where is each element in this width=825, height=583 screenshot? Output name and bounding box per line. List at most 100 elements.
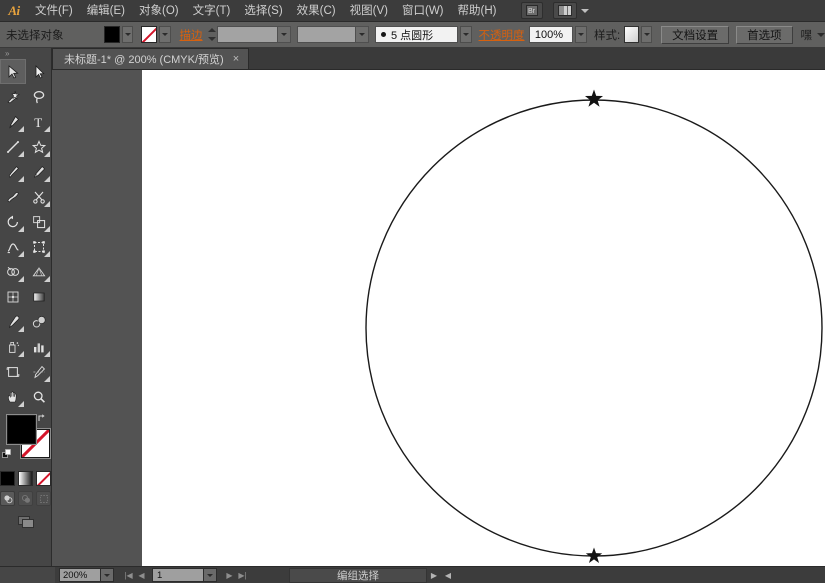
horizontal-scroll-left-button[interactable]: ◀ [441,568,455,583]
document-work-area[interactable] [52,70,825,566]
stroke-color-swatch[interactable] [141,26,158,43]
menu-effect[interactable]: 效果(C) [290,0,343,22]
tool-line-segment[interactable] [0,134,26,159]
tool-blend[interactable] [26,309,52,334]
tool-selection[interactable] [0,59,26,84]
stroke-swatch-dropdown[interactable] [159,26,171,43]
fill-mode-none[interactable] [36,471,51,486]
tool-artboard[interactable] [0,359,26,384]
menu-type[interactable]: 文字(T) [186,0,238,22]
chevron-down-icon[interactable] [817,32,825,37]
zoom-level-value: 200% [63,569,88,581]
prev-artboard-button[interactable]: ◀ [135,568,148,583]
document-tab[interactable]: 未标题-1* @ 200% (CMYK/预览) × [52,48,250,69]
menu-view[interactable]: 视图(V) [343,0,395,22]
fill-mode-gradient[interactable] [18,471,33,486]
last-artboard-button[interactable]: ▶| [236,568,249,583]
default-fill-stroke-icon[interactable] [2,449,14,461]
tool-pencil[interactable] [26,159,52,184]
status-indicator[interactable]: 编组选择 [289,567,427,583]
tool-width-warp[interactable] [0,234,26,259]
zoom-level-field[interactable]: 200% [59,568,101,582]
opacity-dropdown[interactable] [575,26,588,43]
tool-type[interactable]: T [26,109,52,134]
stroke-weight-combo[interactable] [217,26,292,43]
tool-mesh[interactable] [0,284,26,309]
swap-fill-stroke-icon[interactable] [37,413,49,425]
change-screen-mode-button[interactable] [0,514,51,530]
tool-grid: T [0,59,52,409]
tool-column-graph[interactable] [26,334,52,359]
tool-magic-wand[interactable] [0,84,26,109]
horizontal-scrollbar[interactable] [455,567,825,583]
fill-color-swatch[interactable] [103,26,120,43]
draw-inside-icon[interactable] [36,491,51,506]
control-bar: 未选择对象 描边 5 点圆形 不透明度 100% 样式: 文档设置 首选项 嘿 [0,22,825,48]
svg-text:Br: Br [528,8,536,15]
artboard-number-field[interactable]: 1 [152,568,204,582]
chevron-down-icon[interactable] [354,27,368,42]
tool-free-transform[interactable] [26,234,52,259]
bridge-icon[interactable]: Br [521,2,544,19]
tool-direct-selection[interactable] [26,59,52,84]
workspace-switcher-icon[interactable] [553,2,578,19]
status-indicator-caret[interactable]: ▶ [427,568,441,583]
anchor-star-top [584,89,604,107]
opacity-field[interactable]: 100% [528,26,574,43]
artboard-number-value: 1 [157,569,163,581]
document-setup-button[interactable]: 文档设置 [661,25,730,44]
tool-rotate[interactable] [0,209,26,234]
zoom-level-dropdown[interactable] [101,568,114,582]
toolbox-grip[interactable]: » [0,48,51,59]
chevron-down-icon [207,573,213,577]
menu-object[interactable]: 对象(O) [132,0,186,22]
chevron-down-icon[interactable] [581,8,590,13]
menu-edit[interactable]: 编辑(E) [80,0,132,22]
graphic-style-dropdown[interactable] [640,26,653,43]
stroke-style-field[interactable]: 5 点圆形 [374,26,458,43]
first-artboard-button[interactable]: |◀ [122,568,135,583]
tool-zoom[interactable] [26,384,52,409]
artboard[interactable] [142,70,825,566]
stroke-weight-stepper[interactable] [208,26,218,43]
tool-slice[interactable] [26,359,52,384]
artboard-number-dropdown[interactable] [204,568,217,582]
workspace-switcher[interactable] [553,2,590,19]
tool-lasso[interactable] [26,84,52,109]
tool-scissors[interactable] [26,184,52,209]
tool-hand[interactable] [0,384,26,409]
preferences-button[interactable]: 首选项 [736,25,793,44]
brush-definition-combo[interactable] [296,26,369,43]
opacity-label[interactable]: 不透明度 [479,27,525,43]
tool-symbol-sprayer[interactable] [0,334,26,359]
tool-pen[interactable] [0,109,26,134]
fill-color-proxy[interactable] [7,415,36,444]
tool-shape[interactable] [26,134,52,159]
menu-help[interactable]: 帮助(H) [451,0,504,22]
tool-perspective-grid[interactable] [26,259,52,284]
chevron-down-icon [124,33,131,36]
stroke-weight-label[interactable]: 描边 [180,27,203,43]
close-icon[interactable]: × [233,53,239,65]
tool-reflect-scale[interactable] [26,209,52,234]
stroke-style-dropdown[interactable] [459,26,472,43]
fill-swatch-dropdown[interactable] [121,26,134,43]
tool-blob-brush[interactable] [0,184,26,209]
draw-behind-icon[interactable] [18,491,33,506]
tool-shape-builder[interactable] [0,259,26,284]
tool-gradient[interactable] [26,284,52,309]
next-artboard-button[interactable]: ▶ [223,568,236,583]
tool-eyedropper[interactable] [0,309,26,334]
chevron-down-icon [643,33,650,36]
draw-normal-icon[interactable] [0,491,15,506]
control-bar-overflow-label[interactable]: 嘿 [801,27,813,43]
fill-mode-color[interactable] [0,471,15,486]
illustrator-window: Ai 文件(F) 编辑(E) 对象(O) 文字(T) 选择(S) 效果(C) 视… [0,0,825,583]
menu-file[interactable]: 文件(F) [28,0,80,22]
menu-select[interactable]: 选择(S) [237,0,289,22]
status-bar-left-pad [0,566,55,583]
menu-window[interactable]: 窗口(W) [395,0,451,22]
graphic-style-swatch[interactable] [623,26,639,43]
chevron-down-icon[interactable] [277,27,291,42]
tool-paintbrush[interactable] [0,159,26,184]
